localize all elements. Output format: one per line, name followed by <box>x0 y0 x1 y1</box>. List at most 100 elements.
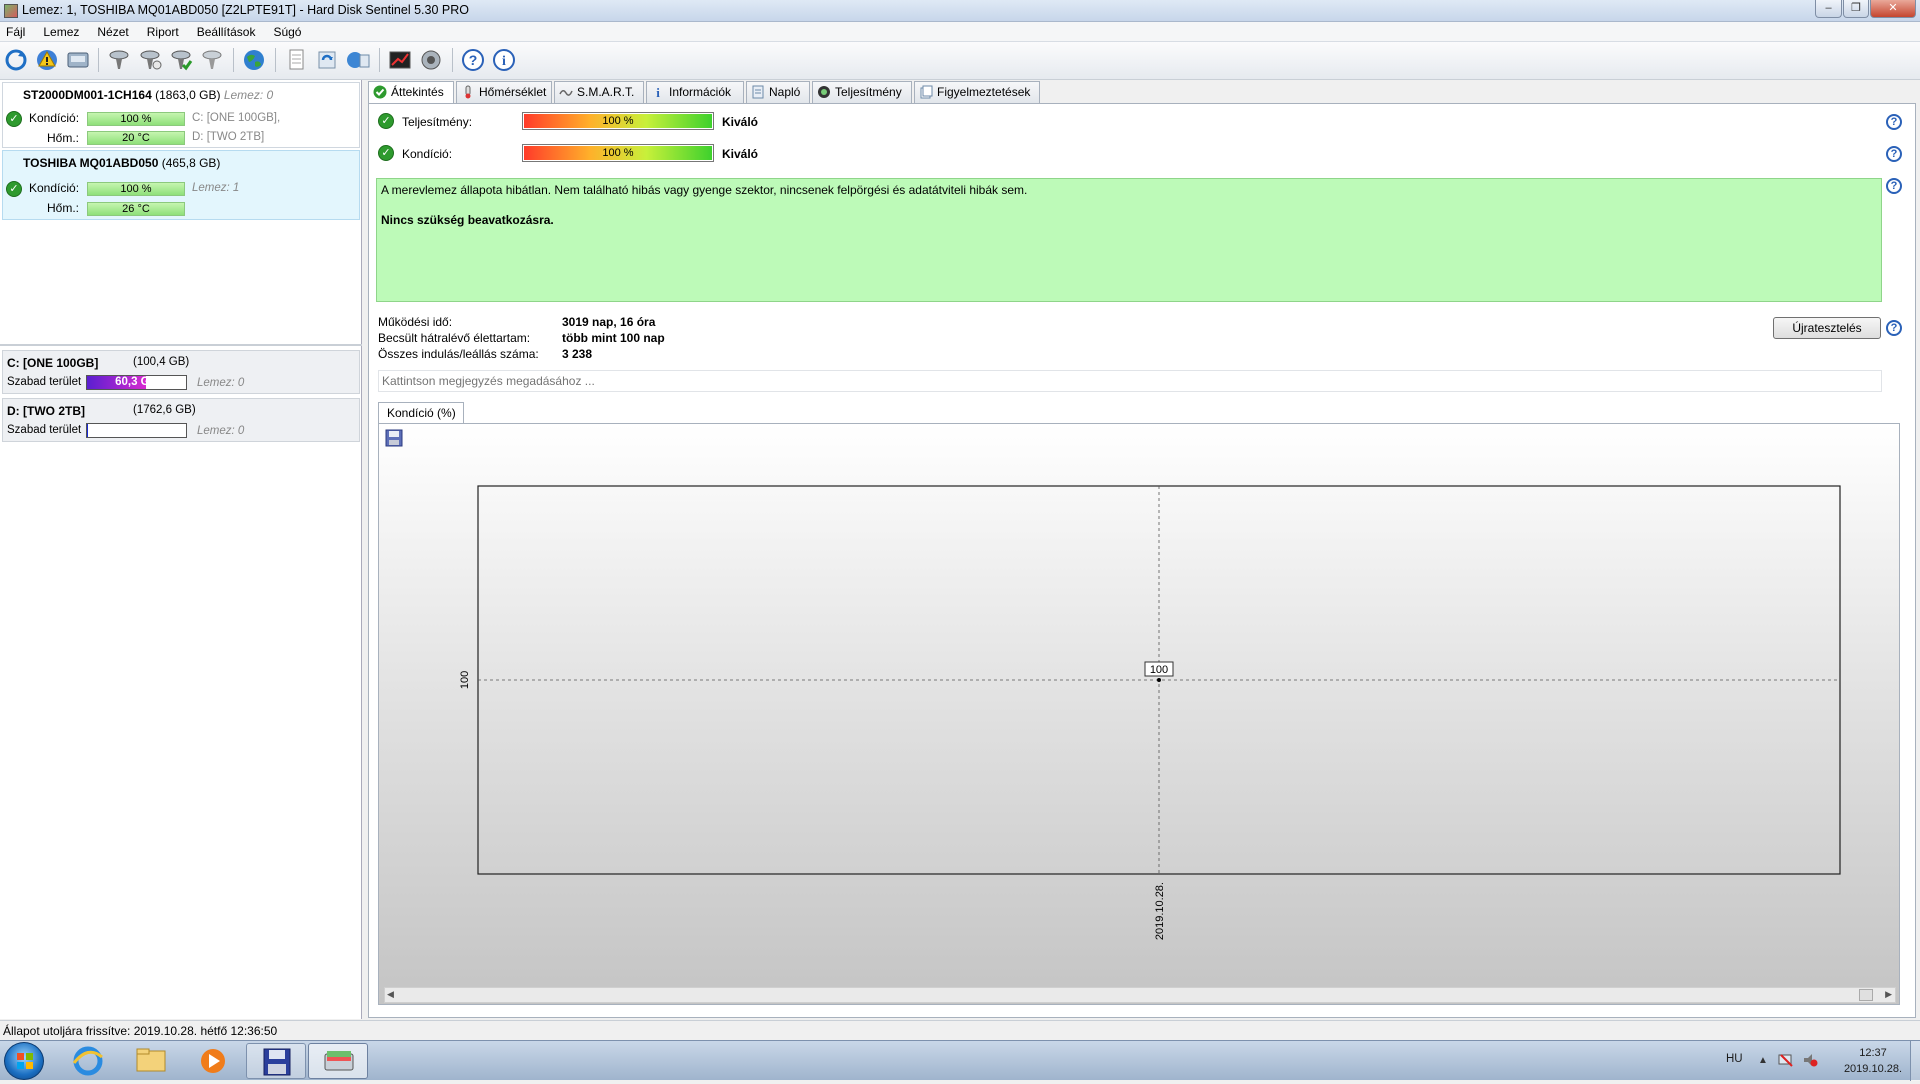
tray-language[interactable]: HU <box>1726 1053 1743 1065</box>
volume-name: D: [TWO 2TB] <box>7 404 85 418</box>
minimize-button[interactable]: – <box>1815 0 1842 18</box>
disk-ok-icon[interactable] <box>168 47 194 73</box>
floppy-app-icon[interactable] <box>246 1043 306 1079</box>
tab-smart[interactable]: S.M.A.R.T. <box>554 81 644 103</box>
health-bar: 100 % <box>87 112 185 126</box>
report-icon[interactable] <box>283 47 309 73</box>
performance-meter: 100 % <box>522 112 714 130</box>
globe-icon[interactable] <box>241 47 267 73</box>
health-value: 100 % <box>602 147 634 159</box>
disk-card-0[interactable]: ST2000DM001-1CH164 (1863,0 GB) Lemez: 0 … <box>2 82 360 148</box>
start-button-icon[interactable] <box>4 1042 44 1080</box>
tray-volume-icon[interactable] <box>1802 1052 1818 1068</box>
tray-network-icon[interactable] <box>1778 1052 1794 1068</box>
health-rating: Kiváló <box>722 147 759 161</box>
menu-report[interactable]: Riport <box>147 22 179 42</box>
log-icon <box>751 85 765 99</box>
ie-browser-icon[interactable] <box>58 1043 118 1079</box>
maximize-button[interactable]: ❐ <box>1843 0 1869 18</box>
hard-disk-sentinel-taskbar-icon[interactable] <box>308 1043 368 1079</box>
performance-label: Teljesítmény: <box>402 115 473 129</box>
health-help-icon[interactable]: ? <box>1886 146 1902 162</box>
help-icon[interactable]: ? <box>460 47 486 73</box>
free-space-value: 6,1 GB <box>118 424 155 436</box>
tab-overview[interactable]: Áttekintés <box>368 81 454 104</box>
health-ok-icon: ✓ <box>6 181 22 197</box>
last-refresh-text: Állapot utoljára frissítve: 2019.10.28. … <box>3 1024 278 1038</box>
tab-label: Hőmérséklet <box>479 85 547 99</box>
app-icon <box>4 4 18 18</box>
svg-text:?: ? <box>469 52 478 68</box>
disk-icon[interactable] <box>65 47 91 73</box>
tab-performance[interactable]: Teljesítmény <box>812 81 912 103</box>
volume-lemez: Lemez: 0 <box>197 377 245 389</box>
disk-settings-icon[interactable] <box>199 47 225 73</box>
lifetime-label: Becsült hátralévő élettartam: <box>378 331 531 345</box>
menu-help[interactable]: Súgó <box>273 22 301 42</box>
health-label: Kondíció: <box>29 181 80 195</box>
scroll-thumb[interactable] <box>1859 989 1873 1001</box>
performance-help-icon[interactable]: ? <box>1886 114 1902 130</box>
disk-test-icon[interactable] <box>137 47 163 73</box>
retest-button[interactable]: Újratesztelés <box>1773 317 1881 339</box>
free-space-label: Szabad terület <box>7 424 82 436</box>
info-icon: i <box>651 85 665 100</box>
tab-label: Teljesítmény <box>835 85 902 99</box>
volume-lemez: Lemez: 0 <box>197 425 245 437</box>
info-icon[interactable]: i <box>491 47 517 73</box>
refresh-icon[interactable] <box>3 47 29 73</box>
performance-value: 100 % <box>602 115 634 127</box>
health-ok-icon: ✓ <box>6 111 22 127</box>
volume-card-d[interactable]: D: [TWO 2TB] (1762,6 GB) Szabad terület … <box>2 398 360 442</box>
disk-card-1[interactable]: TOSHIBA MQ01ABD050 (465,8 GB) ✓ Kondíció… <box>2 150 360 220</box>
disk-name: TOSHIBA MQ01ABD050 (465,8 GB) <box>23 156 221 170</box>
scroll-right-icon[interactable]: ▶ <box>1885 989 1892 1000</box>
tab-log[interactable]: Napló <box>746 81 810 103</box>
tab-label: Figyelmeztetések <box>937 85 1031 99</box>
tab-label: Információk <box>669 85 732 99</box>
status-help-icon[interactable]: ? <box>1886 178 1902 194</box>
show-desktop-button[interactable] <box>1910 1041 1920 1081</box>
tab-temperature[interactable]: Hőmérséklet <box>456 81 552 103</box>
network-icon[interactable] <box>345 47 371 73</box>
chart-tab-health[interactable]: Kondíció (%) <box>378 402 464 424</box>
performance-ok-icon: ✓ <box>378 113 394 129</box>
sync-icon[interactable] <box>314 47 340 73</box>
temp-label: Hőm.: <box>47 201 80 215</box>
retest-help-icon[interactable]: ? <box>1886 320 1902 336</box>
volume-name: C: [ONE 100GB] <box>7 356 99 370</box>
tray-clock-date[interactable]: 2019.10.28. <box>1838 1063 1908 1075</box>
scroll-left-icon[interactable]: ◀ <box>387 989 394 1000</box>
disk-volumes-line1: C: [ONE 100GB], <box>192 112 281 124</box>
temp-bar: 26 °C <box>87 202 185 216</box>
menu-settings[interactable]: Beállítások <box>197 22 256 42</box>
media-player-icon[interactable] <box>183 1043 243 1079</box>
tab-alerts[interactable]: Figyelmeztetések <box>914 81 1040 103</box>
menu-disk[interactable]: Lemez <box>43 22 79 42</box>
power-on-label: Működési idő: <box>378 315 453 329</box>
alert-icon[interactable] <box>34 47 60 73</box>
lifetime-value: több mint 100 nap <box>562 331 665 345</box>
tray-clock-time[interactable]: 12:37 <box>1838 1047 1908 1059</box>
health-ok-icon: ✓ <box>378 145 394 161</box>
volume-card-c[interactable]: C: [ONE 100GB] (100,4 GB) Szabad terület… <box>2 350 360 394</box>
note-input[interactable] <box>378 370 1882 392</box>
chart-horizontal-scrollbar[interactable]: ◀ ▶ <box>384 987 1896 1003</box>
health-meter: 100 % <box>522 144 714 162</box>
volume-size: (100,4 GB) <box>133 356 190 368</box>
file-explorer-icon[interactable] <box>121 1043 181 1079</box>
health-label: Kondíció: <box>402 147 453 161</box>
speaker-icon[interactable] <box>418 47 444 73</box>
close-button[interactable]: ✕ <box>1870 0 1916 18</box>
health-label: Kondíció: <box>29 111 80 125</box>
y-tick-label: 100 <box>459 671 471 689</box>
menu-view[interactable]: Nézet <box>97 22 128 42</box>
tab-label: S.M.A.R.T. <box>577 85 635 99</box>
status-message: A merevlemez állapota hibátlan. Nem talá… <box>381 183 1028 197</box>
menu-file[interactable]: Fájl <box>6 22 25 42</box>
disk-tool-icon[interactable] <box>106 47 132 73</box>
tab-information[interactable]: i Információk <box>646 81 744 103</box>
benchmark-icon[interactable] <box>387 47 413 73</box>
tray-expand-icon[interactable]: ▲ <box>1758 1055 1768 1066</box>
title-bar: Lemez: 1, TOSHIBA MQ01ABD050 [Z2LPTE91T]… <box>0 0 1920 22</box>
